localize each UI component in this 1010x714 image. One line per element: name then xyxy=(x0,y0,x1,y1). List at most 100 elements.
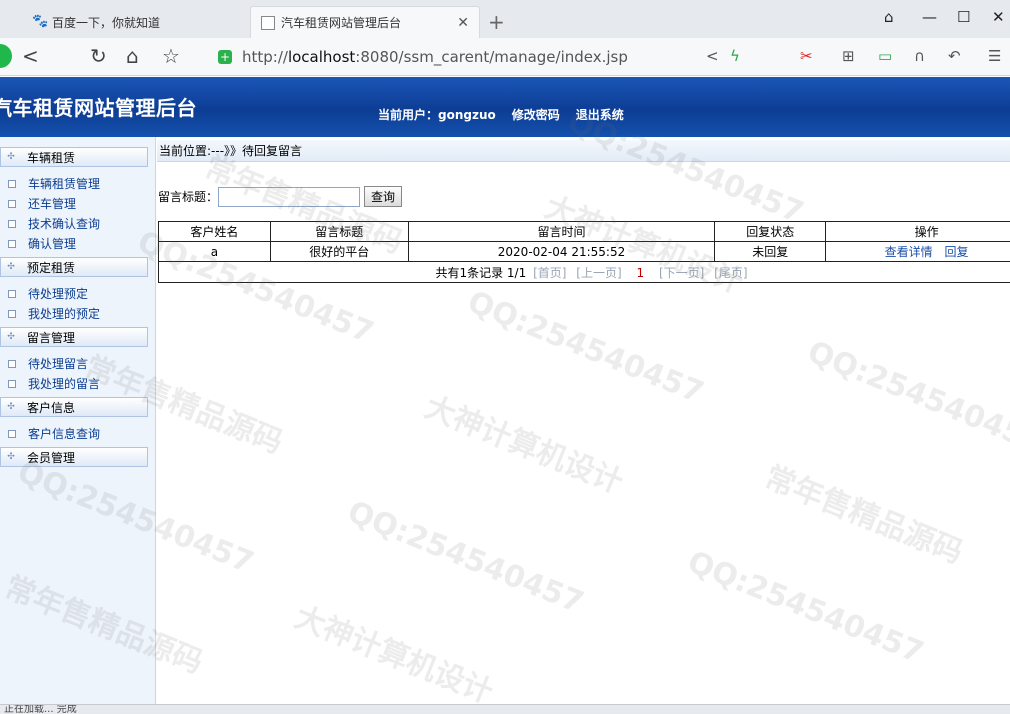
status-bar: 正在加载... 完成 xyxy=(0,704,1010,714)
prev-page-link[interactable]: [上一页] xyxy=(576,266,621,280)
item-label: 待处理留言 xyxy=(28,357,89,371)
user-bar: 当前用户：gongzuo 修改密码 退出系统 xyxy=(378,106,624,123)
reply-link[interactable]: 回复 xyxy=(945,245,969,259)
undo-icon[interactable]: ↶ xyxy=(948,47,961,65)
cell-customer-name: a xyxy=(158,241,271,262)
logout-link[interactable]: 退出系统 xyxy=(576,106,624,123)
browser-tab-baidu[interactable]: 🐾 百度一下，你就知道 xyxy=(22,6,250,38)
last-page-link[interactable]: [尾页] xyxy=(714,266,747,280)
item-label: 确认管理 xyxy=(28,237,77,251)
cell-reply-status: 未回复 xyxy=(714,241,827,262)
sidebar-item-pending-reservation[interactable]: 待处理预定 xyxy=(8,285,88,302)
square-icon xyxy=(8,429,16,438)
item-label: 还车管理 xyxy=(28,197,77,211)
sidebar-item-tech-confirm[interactable]: 技术确认查询 xyxy=(8,215,100,232)
column-header: 回复状态 xyxy=(714,221,827,242)
watermark-text: QQ:254540457 xyxy=(682,544,929,671)
next-page-link[interactable]: [下一页] xyxy=(659,266,704,280)
maximize-icon[interactable]: ☐ xyxy=(957,8,970,26)
view-details-link[interactable]: 查看详情 xyxy=(885,245,933,259)
new-tab-icon[interactable]: + xyxy=(488,10,505,34)
change-password-link[interactable]: 修改密码 xyxy=(512,106,560,123)
messages-table: 客户姓名 留言标题 留言时间 回复状态 操作 a 很好的平台 2020-02-0… xyxy=(158,221,1010,283)
sidebar-item-return-car[interactable]: 还车管理 xyxy=(8,195,76,212)
share-icon[interactable]: < xyxy=(706,47,719,65)
secure-shield-icon: + xyxy=(218,50,232,64)
column-header: 留言标题 xyxy=(269,221,409,242)
url-host: localhost xyxy=(287,48,356,66)
group-label: 留言管理 xyxy=(27,330,76,345)
paw-icon: 🐾 xyxy=(32,14,49,29)
square-icon xyxy=(8,289,16,298)
column-header: 留言时间 xyxy=(407,221,716,242)
minimize-icon[interactable]: — xyxy=(922,8,937,26)
first-page-link[interactable]: [首页] xyxy=(533,266,566,280)
sidebar-group-messages[interactable]: ✣ 留言管理 xyxy=(0,327,148,347)
plus-icon: ✣ xyxy=(7,262,15,272)
app-title: 汽车租赁网站管理后台 xyxy=(0,96,197,120)
cell-operations: 查看详情 回复 xyxy=(825,241,1010,262)
sidebar: ✣ 车辆租赁 车辆租赁管理 还车管理 技术确认查询 确认管理 ✣ 预定租赁 待处… xyxy=(0,137,156,714)
pager-summary: 共有1条记录 1/1 xyxy=(435,265,527,280)
star-icon[interactable]: ☆ xyxy=(162,44,180,68)
cell-message-time: 2020-02-04 21:55:52 xyxy=(407,241,716,262)
sidebar-item-car-rental-manage[interactable]: 车辆租赁管理 xyxy=(8,175,100,192)
url-prefix: http:// xyxy=(242,48,288,66)
item-label: 我处理的留言 xyxy=(28,377,101,391)
plus-icon: ✣ xyxy=(7,452,15,462)
search-input[interactable] xyxy=(218,186,361,207)
current-page: 1 xyxy=(636,265,645,280)
square-icon xyxy=(8,179,16,188)
item-label: 客户信息查询 xyxy=(28,427,101,441)
sidebar-group-members[interactable]: ✣ 会员管理 xyxy=(0,447,148,467)
sidebar-group-customers[interactable]: ✣ 客户信息 xyxy=(0,397,148,417)
page-icon xyxy=(261,15,275,30)
menu-icon[interactable]: ☰ xyxy=(988,47,1001,65)
item-label: 待处理预定 xyxy=(28,287,89,301)
square-icon xyxy=(8,359,16,368)
table-row: a 很好的平台 2020-02-04 21:55:52 未回复 查看详情 回复 xyxy=(158,241,1010,262)
current-user: 当前用户：gongzuo xyxy=(378,108,496,122)
shirt-icon[interactable]: ⌂ xyxy=(884,8,894,26)
sidebar-group-reservation[interactable]: ✣ 预定租赁 xyxy=(0,257,148,277)
tab-label: 百度一下，你就知道 xyxy=(52,15,161,30)
sidebar-item-customer-query[interactable]: 客户信息查询 xyxy=(8,425,100,442)
tab-label: 汽车租赁网站管理后台 xyxy=(281,16,402,30)
back-icon[interactable]: < xyxy=(22,44,39,68)
watermark-text: 常年售精品源码 xyxy=(759,459,968,571)
breadcrumb: 当前位置:---》》待回复留言 xyxy=(157,140,1010,162)
lightning-icon[interactable]: ϟ xyxy=(730,47,740,65)
watermark-text: 大神计算机设计 xyxy=(419,389,628,501)
url-field[interactable]: + http:// localhost :8080/ssm_carent/man… xyxy=(218,44,778,70)
sidebar-group-car-rental[interactable]: ✣ 车辆租赁 xyxy=(0,147,148,167)
square-icon xyxy=(8,199,16,208)
group-label: 客户信息 xyxy=(27,400,76,415)
plus-icon: ✣ xyxy=(7,402,15,412)
group-label: 会员管理 xyxy=(27,450,76,465)
scissors-icon[interactable]: ✂ xyxy=(800,47,813,65)
browser-tab-bar: 🐾 百度一下，你就知道 汽车租赁网站管理后台 ✕ + ⌂ — ☐ ✕ xyxy=(0,0,1010,38)
item-label: 车辆租赁管理 xyxy=(28,177,101,191)
home-icon[interactable]: ⌂ xyxy=(126,44,139,68)
battery-icon[interactable]: ▭ xyxy=(878,47,892,65)
sidebar-item-my-messages[interactable]: 我处理的留言 xyxy=(8,375,100,392)
browser-tab-admin[interactable]: 汽车租赁网站管理后台 ✕ xyxy=(250,6,480,38)
group-label: 预定租赁 xyxy=(27,260,76,275)
grid-icon[interactable]: ⊞ xyxy=(842,47,855,65)
square-icon xyxy=(8,309,16,318)
sidebar-item-pending-messages[interactable]: 待处理留言 xyxy=(8,355,88,372)
sidebar-item-my-reservation[interactable]: 我处理的预定 xyxy=(8,305,100,322)
plus-icon: ✣ xyxy=(7,332,15,342)
headphones-icon[interactable]: ∩ xyxy=(914,47,925,65)
search-button[interactable]: 查询 xyxy=(364,186,403,207)
reload-icon[interactable]: ↻ xyxy=(90,44,107,68)
column-header: 操作 xyxy=(825,221,1010,242)
search-label: 留言标题： xyxy=(158,190,219,204)
table-header-row: 客户姓名 留言标题 留言时间 回复状态 操作 xyxy=(158,221,1010,242)
cell-message-title: 很好的平台 xyxy=(269,241,409,262)
close-window-icon[interactable]: ✕ xyxy=(992,8,1005,26)
sidebar-item-confirm-manage[interactable]: 确认管理 xyxy=(8,235,76,252)
close-tab-icon[interactable]: ✕ xyxy=(457,15,469,31)
square-icon xyxy=(8,239,16,248)
item-label: 技术确认查询 xyxy=(28,217,101,231)
